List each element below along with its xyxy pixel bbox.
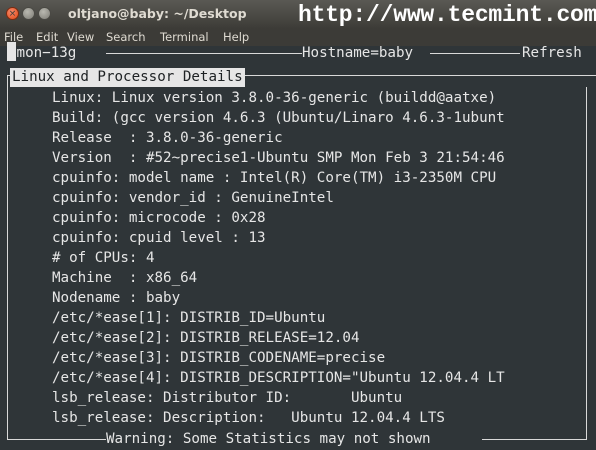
info-line: /etc/*ease[3]: DISTRIB_CODENAME=precise (52, 350, 386, 366)
menu-terminal[interactable]: Terminal (160, 30, 209, 44)
info-line: # of CPUs: 4 (52, 250, 155, 266)
window-title: oltjano@baby: ~/Desktop (68, 6, 247, 21)
refresh-label: Refresh (522, 45, 582, 61)
info-line: cpuinfo: vendor_id : GenuineIntel (52, 190, 334, 206)
nmon-program-label: nmon−13g (8, 45, 77, 61)
menu-help[interactable]: Help (223, 30, 249, 44)
nmon-header: nmon−13g Hostname=baby Refresh (0, 42, 596, 63)
info-line: Release : 3.8.0-36-generic (52, 130, 283, 146)
minimize-window-button[interactable] (22, 7, 35, 20)
info-line: cpuinfo: cpuid level : 13 (52, 230, 266, 246)
site-watermark: http://www.tecmint.com (298, 2, 596, 28)
info-line: cpuinfo: model name : Intel(R) Core(TM) … (52, 170, 497, 186)
menu-edit[interactable]: Edit (36, 30, 58, 44)
info-line: lsb_release: Description: Ubuntu 12.04.4… (52, 410, 445, 426)
terminal-area[interactable]: nmon−13g Hostname=baby Refresh Linux and… (0, 42, 596, 450)
menu-search[interactable]: Search (106, 30, 146, 44)
maximize-window-button[interactable] (38, 7, 51, 20)
info-line: /etc/*ease[1]: DISTRIB_ID=Ubuntu (52, 310, 326, 326)
warning-footer: Warning: Some Statistics may not shown (106, 431, 431, 447)
header-rule (106, 53, 302, 54)
window-titlebar[interactable]: × oltjano@baby: ~/Desktop http://www.tec… (0, 0, 596, 29)
info-line: Build: (gcc version 4.6.3 (Ubuntu/Linaro… (52, 110, 505, 126)
close-icon: × (8, 9, 17, 19)
hostname-label: Hostname=baby (302, 45, 414, 61)
section-left-border (7, 75, 8, 439)
section-right-border (586, 87, 587, 439)
section-bottom-border-right (482, 439, 587, 440)
info-line: Nodename : baby (52, 290, 181, 306)
close-window-button[interactable]: × (6, 7, 19, 20)
header-rule-right (430, 53, 520, 54)
info-line: /etc/*ease[2]: DISTRIB_RELEASE=12.04 (52, 330, 360, 346)
info-line: /etc/*ease[4]: DISTRIB_DESCRIPTION="Ubun… (52, 370, 505, 386)
section-bottom-border-left (7, 439, 106, 440)
menu-view[interactable]: View (67, 30, 94, 44)
section-title: Linux and Processor Details (10, 68, 245, 87)
info-line: Machine : x86_64 (52, 270, 198, 286)
info-line: lsb_release: Distributor ID: Ubuntu (52, 390, 403, 406)
info-line: cpuinfo: microcode : 0x28 (52, 210, 266, 226)
info-line: Version : #52~precise1-Ubuntu SMP Mon Fe… (52, 150, 505, 166)
info-line: Linux: Linux version 3.8.0-36-generic (b… (52, 90, 497, 106)
